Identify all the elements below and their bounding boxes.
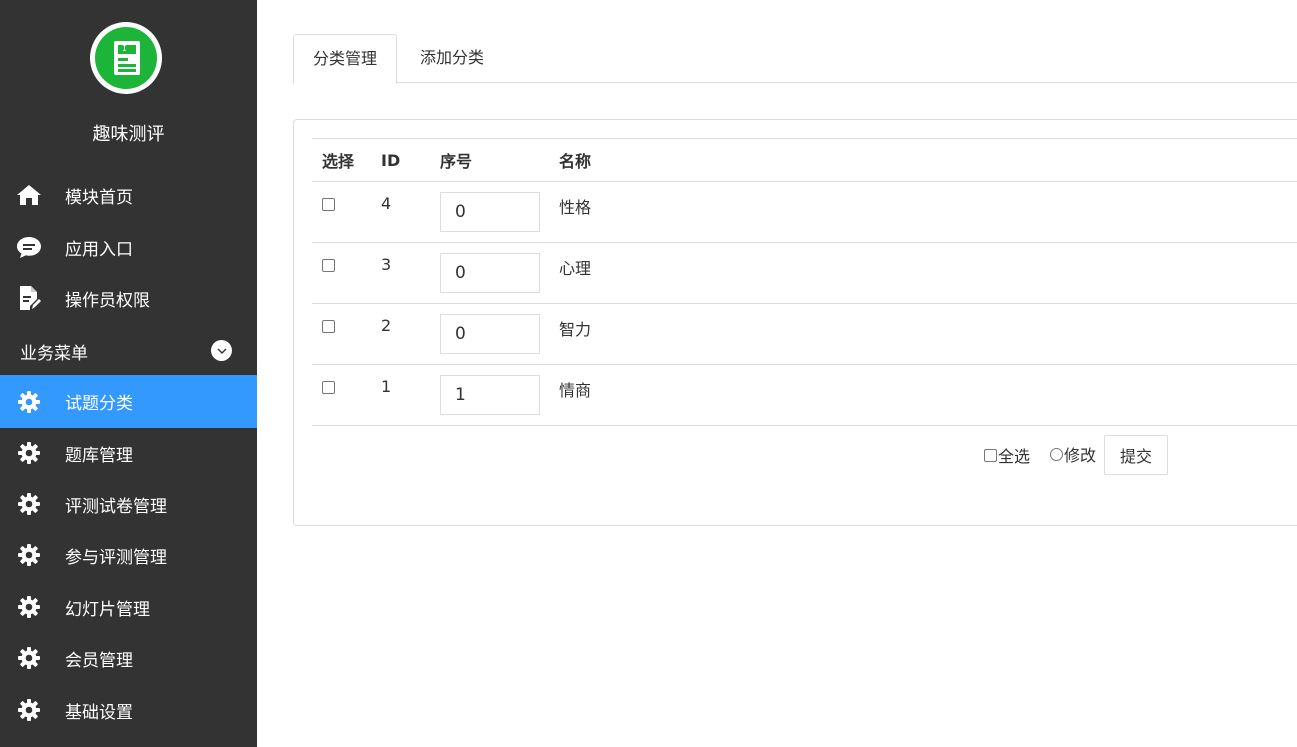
row-name: 心理 <box>549 242 1297 304</box>
nav-item-label: 模块首页 <box>65 187 133 208</box>
nav-item-module-home[interactable]: 模块首页 <box>0 169 257 221</box>
select-all-control[interactable]: 全选 <box>984 443 1030 467</box>
app-logo: I <box>90 22 162 94</box>
gear-icon <box>16 542 42 568</box>
tab-add-category[interactable]: 添加分类 <box>397 34 507 83</box>
category-table: 选择 ID 序号 名称 4 性格 3 心理 <box>312 138 1297 426</box>
nav-item-label: 基础设置 <box>65 702 133 723</box>
select-all-label: 全选 <box>998 447 1031 466</box>
chat-bubble-icon <box>16 234 42 260</box>
header-id: ID <box>371 138 430 182</box>
row-id: 4 <box>371 181 430 243</box>
gear-icon <box>16 491 42 517</box>
modify-control[interactable]: 修改 <box>1050 442 1096 466</box>
select-all-checkbox[interactable] <box>984 448 997 462</box>
gear-icon <box>16 645 42 671</box>
nav-item-question-bank[interactable]: 题库管理 <box>0 427 257 479</box>
document-edit-icon <box>16 285 42 311</box>
table-row: 1 情商 <box>312 364 1297 426</box>
submit-button[interactable]: 提交 <box>1104 435 1168 475</box>
row-select-checkbox[interactable] <box>322 198 335 211</box>
header-name: 名称 <box>549 138 1297 182</box>
row-name: 性格 <box>549 181 1297 243</box>
nav-item-label: 应用入口 <box>65 239 133 260</box>
row-seq-input[interactable] <box>440 192 540 232</box>
nav-item-members[interactable]: 会员管理 <box>0 632 257 684</box>
section-label: 业务菜单 <box>20 344 88 364</box>
nav-item-app-entry[interactable]: 应用入口 <box>0 221 257 273</box>
table-row: 3 心理 <box>312 242 1297 304</box>
nav-item-slideshow[interactable]: 幻灯片管理 <box>0 581 257 633</box>
sidebar: I 趣味测评 模块首页 应用入口 操作员权限 业务菜单 试题分类 题库管理 评测… <box>0 0 257 747</box>
chevron-down-icon[interactable] <box>211 340 232 361</box>
row-id: 2 <box>371 303 430 365</box>
nav-item-exam-paper[interactable]: 评测试卷管理 <box>0 478 257 530</box>
row-seq-input[interactable] <box>440 253 540 293</box>
nav-item-label: 幻灯片管理 <box>65 599 150 620</box>
nav-item-label: 会员管理 <box>65 650 133 671</box>
gear-icon <box>16 389 42 415</box>
document-logo-icon: I <box>114 41 140 75</box>
header-select: 选择 <box>312 138 371 182</box>
tab-category-management[interactable]: 分类管理 <box>293 34 397 84</box>
business-menu-section[interactable]: 业务菜单 <box>0 325 257 377</box>
nav-item-label: 评测试卷管理 <box>65 496 167 517</box>
row-name: 情商 <box>549 364 1297 426</box>
gear-icon <box>16 440 42 466</box>
row-seq-input[interactable] <box>440 314 540 354</box>
nav-item-basic-settings[interactable]: 基础设置 <box>0 684 257 736</box>
home-icon <box>16 182 42 208</box>
gear-icon <box>16 697 42 723</box>
row-name: 智力 <box>549 303 1297 365</box>
row-id: 1 <box>371 364 430 426</box>
row-select-checkbox[interactable] <box>322 320 335 333</box>
category-panel: 选择 ID 序号 名称 4 性格 3 心理 <box>293 119 1297 526</box>
tab-bar: 分类管理 添加分类 <box>293 34 1297 84</box>
nav-item-participation[interactable]: 参与评测管理 <box>0 529 257 581</box>
nav-item-question-category[interactable]: 试题分类 <box>0 375 257 428</box>
nav-item-label: 试题分类 <box>65 394 133 414</box>
row-select-checkbox[interactable] <box>322 259 335 272</box>
main-content: 分类管理 添加分类 选择 ID 序号 名称 4 性格 <box>257 0 1297 747</box>
nav-item-operator-permissions[interactable]: 操作员权限 <box>0 272 257 324</box>
row-id: 3 <box>371 242 430 304</box>
nav-item-label: 操作员权限 <box>65 290 150 311</box>
table-row: 4 性格 <box>312 181 1297 243</box>
row-seq-input[interactable] <box>440 375 540 415</box>
modify-radio[interactable] <box>1050 447 1063 461</box>
table-row: 2 智力 <box>312 303 1297 365</box>
table-header-row: 选择 ID 序号 名称 <box>312 138 1297 182</box>
gear-icon <box>16 594 42 620</box>
nav-item-label: 题库管理 <box>65 445 133 466</box>
modify-label: 修改 <box>1064 446 1097 465</box>
header-seq: 序号 <box>430 138 549 182</box>
row-select-checkbox[interactable] <box>322 381 335 394</box>
site-name: 趣味测评 <box>92 124 165 145</box>
nav-item-label: 参与评测管理 <box>65 547 167 568</box>
